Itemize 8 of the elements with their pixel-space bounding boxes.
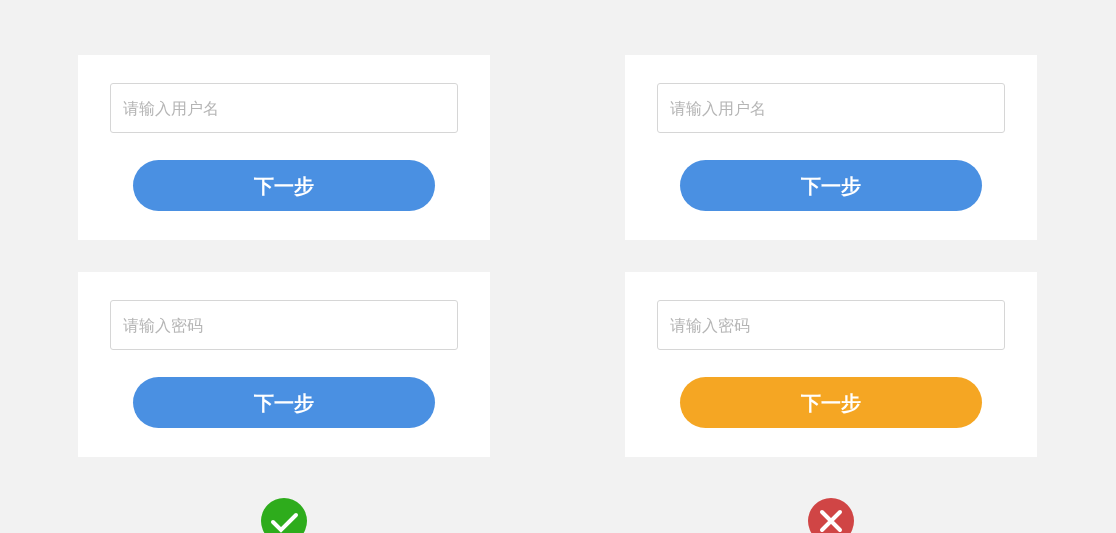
input-field[interactable]: 请输入密码	[110, 300, 458, 350]
input-field[interactable]: 请输入用户名	[657, 83, 1005, 133]
next-button[interactable]: 下一步	[680, 160, 982, 211]
next-button[interactable]: 下一步	[133, 377, 435, 428]
input-field[interactable]: 请输入用户名	[110, 83, 458, 133]
next-button[interactable]: 下一步	[680, 377, 982, 428]
input-field[interactable]: 请输入密码	[657, 300, 1005, 350]
next-button[interactable]: 下一步	[133, 160, 435, 211]
